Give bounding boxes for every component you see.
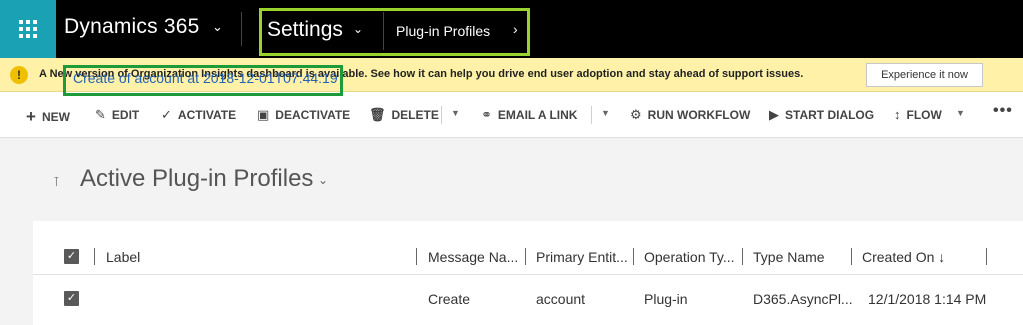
app-title[interactable]: Dynamics 365 bbox=[64, 15, 199, 39]
delete-label: DELETE bbox=[391, 108, 439, 122]
grid-header: ✓ Label Message Na... Primary Entit... O… bbox=[33, 237, 1023, 275]
info-icon: ! bbox=[10, 66, 28, 84]
column-divider[interactable] bbox=[851, 248, 852, 265]
checkmark-icon: ✓ bbox=[161, 107, 172, 122]
column-divider[interactable] bbox=[416, 248, 417, 265]
cell-operation-type: Plug-in bbox=[644, 291, 688, 307]
email-a-link-button[interactable]: ⚭ EMAIL A LINK bbox=[481, 107, 577, 123]
records-grid: ✓ Label Message Na... Primary Entit... O… bbox=[33, 221, 1023, 325]
chevron-right-icon[interactable]: › bbox=[513, 21, 518, 37]
trash-icon: 🗑 bbox=[369, 107, 386, 122]
flow-label: FLOW bbox=[906, 107, 942, 122]
table-row[interactable]: ✓ Create account Plug-in D365.AsyncPl...… bbox=[33, 283, 1023, 317]
email-dropdown-caret-icon[interactable]: ▼ bbox=[601, 108, 610, 118]
select-all-checkbox[interactable]: ✓ bbox=[64, 249, 79, 264]
top-navigation-bar: Dynamics 365 ⌄ Settings ⌄ Plug-in Profil… bbox=[0, 0, 1023, 58]
column-header-message-name[interactable]: Message Na... bbox=[428, 249, 518, 265]
column-header-operation-type[interactable]: Operation Ty... bbox=[644, 249, 735, 265]
activate-button[interactable]: ✓ ACTIVATE bbox=[161, 107, 236, 123]
dialog-play-icon: ▶ bbox=[769, 107, 779, 122]
column-header-type-name[interactable]: Type Name bbox=[753, 249, 825, 265]
area-title[interactable]: Settings bbox=[267, 18, 343, 42]
column-header-label[interactable]: Label bbox=[106, 249, 140, 265]
divider bbox=[441, 106, 442, 124]
delete-button[interactable]: 🗑 DELETE bbox=[369, 107, 439, 123]
column-divider[interactable] bbox=[986, 248, 987, 265]
row-checkbox[interactable]: ✓ bbox=[64, 291, 79, 306]
edit-button[interactable]: ✎ EDIT bbox=[95, 107, 139, 123]
view-title[interactable]: Active Plug-in Profiles bbox=[80, 165, 313, 193]
deactivate-button[interactable]: ▣ DEACTIVATE bbox=[257, 107, 350, 123]
cell-created-on: 12/1/2018 1:14 PM bbox=[868, 291, 987, 307]
email-a-link-label: EMAIL A LINK bbox=[497, 108, 578, 122]
column-header-created-on[interactable]: Created On ↓ bbox=[862, 249, 945, 265]
column-divider[interactable] bbox=[525, 248, 526, 265]
divider bbox=[591, 106, 592, 124]
record-label-link[interactable]: Create of account at 2018-12-01T07:44:19 bbox=[73, 70, 338, 86]
activate-label: ACTIVATE bbox=[177, 108, 237, 122]
app-launcher-button[interactable] bbox=[0, 0, 56, 58]
cell-type-name: D365.AsyncPl... bbox=[753, 291, 853, 307]
new-button[interactable]: + NEW bbox=[26, 107, 70, 127]
deactivate-icon: ▣ bbox=[257, 107, 270, 122]
workflow-gear-icon: ⚙ bbox=[630, 107, 642, 122]
breadcrumb-plugin-profiles[interactable]: Plug-in Profiles bbox=[396, 23, 490, 39]
waffle-icon bbox=[19, 20, 37, 38]
cell-message-name: Create bbox=[428, 291, 471, 307]
flow-button[interactable]: ↕ FLOW bbox=[894, 107, 942, 122]
column-divider[interactable] bbox=[633, 248, 634, 265]
start-dialog-button[interactable]: ▶ START DIALOG bbox=[769, 107, 874, 123]
column-divider[interactable] bbox=[742, 248, 743, 265]
flow-dropdown-caret-icon[interactable]: ▼ bbox=[956, 108, 965, 118]
deactivate-label: DEACTIVATE bbox=[275, 108, 351, 122]
delete-dropdown-caret-icon[interactable]: ▼ bbox=[451, 108, 460, 118]
chevron-down-icon[interactable]: ⌄ bbox=[212, 19, 223, 35]
chevron-down-icon[interactable]: ⌄ bbox=[318, 173, 328, 187]
more-commands-icon[interactable]: ••• bbox=[993, 102, 1013, 120]
column-header-primary-entity[interactable]: Primary Entit... bbox=[536, 249, 628, 265]
chevron-down-icon[interactable]: ⌄ bbox=[353, 22, 363, 36]
column-divider[interactable] bbox=[94, 248, 95, 265]
pin-icon[interactable]: ⊺ bbox=[53, 174, 60, 190]
run-workflow-label: RUN WORKFLOW bbox=[647, 108, 751, 122]
pencil-icon: ✎ bbox=[95, 107, 106, 122]
divider bbox=[383, 12, 384, 50]
run-workflow-button[interactable]: ⚙ RUN WORKFLOW bbox=[630, 107, 750, 123]
flow-icon: ↕ bbox=[894, 107, 901, 122]
command-bar: + NEW ✎ EDIT ✓ ACTIVATE ▣ DEACTIVATE 🗑 D… bbox=[0, 92, 1023, 138]
start-dialog-label: START DIALOG bbox=[785, 108, 875, 122]
edit-label: EDIT bbox=[111, 108, 140, 122]
cell-primary-entity: account bbox=[536, 291, 586, 307]
divider bbox=[241, 12, 242, 46]
experience-it-now-button[interactable]: Experience it now bbox=[866, 63, 983, 87]
link-icon: ⚭ bbox=[481, 107, 492, 122]
plus-icon: + bbox=[26, 107, 36, 126]
new-label: NEW bbox=[41, 110, 70, 124]
